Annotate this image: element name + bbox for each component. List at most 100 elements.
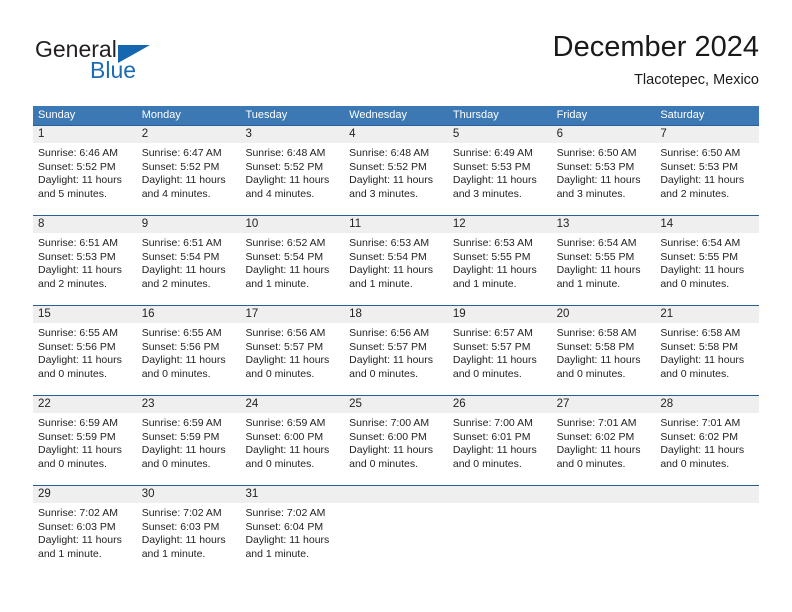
day-number[interactable]: 2 [137,126,241,143]
day-number[interactable]: 11 [344,216,448,233]
sunset-text: Sunset: 5:55 PM [660,250,738,263]
day-number[interactable]: 23 [137,396,241,413]
day-number[interactable]: 12 [448,216,552,233]
daylight-text-line1: Daylight: 11 hours [660,174,745,187]
page-header: General Blue December 2024 Tlacotepec, M… [33,28,759,100]
day-cell[interactable]: Sunrise: 7:00 AM Sunset: 6:01 PM Dayligh… [448,413,552,485]
day-cell[interactable]: Sunrise: 6:51 AM Sunset: 5:53 PM Dayligh… [33,233,137,305]
day-number[interactable]: 3 [240,126,344,143]
day-number[interactable]: 18 [344,306,448,323]
sunrise-text: Sunrise: 7:02 AM [38,507,118,519]
day-number[interactable]: 27 [552,396,656,413]
day-number[interactable]: 19 [448,306,552,323]
day-number[interactable]: 31 [240,486,344,503]
day-number[interactable]: 28 [655,396,759,413]
sunrise-text: Sunrise: 6:54 AM [556,237,637,249]
daylight-text-line1: Daylight: 11 hours [556,264,641,277]
day-cell[interactable]: Sunrise: 6:48 AM Sunset: 5:52 PM Dayligh… [240,143,344,215]
day-cell[interactable]: Sunrise: 6:53 AM Sunset: 5:55 PM Dayligh… [448,233,552,305]
day-number[interactable]: 4 [344,126,448,143]
day-number[interactable]: 20 [552,306,656,323]
sunrise-text: Sunrise: 6:51 AM [38,237,118,249]
day-number[interactable]: 25 [344,396,448,413]
sunrise-text: Sunrise: 7:01 AM [556,417,637,429]
sunset-text: Sunset: 5:56 PM [38,340,116,353]
day-cell-empty [344,503,448,575]
daylight-text-line1: Daylight: 11 hours [141,354,226,367]
daylight-text-line1: Daylight: 11 hours [245,264,330,277]
day-cell[interactable]: Sunrise: 6:50 AM Sunset: 5:53 PM Dayligh… [552,143,656,215]
sunrise-text: Sunrise: 6:51 AM [141,237,222,249]
daylight-text-line2: and 1 minute. [141,547,206,560]
day-cell[interactable]: Sunrise: 7:01 AM Sunset: 6:02 PM Dayligh… [552,413,656,485]
day-cell[interactable]: Sunrise: 6:59 AM Sunset: 5:59 PM Dayligh… [137,413,241,485]
day-number[interactable]: 7 [655,126,759,143]
calendar-grid: Sunday Monday Tuesday Wednesday Thursday… [33,106,759,575]
daylight-text-line1: Daylight: 11 hours [556,174,641,187]
day-cell[interactable]: Sunrise: 7:02 AM Sunset: 6:03 PM Dayligh… [33,503,137,575]
sunrise-text: Sunrise: 6:52 AM [245,237,326,249]
week-detail-band: Sunrise: 6:59 AM Sunset: 5:59 PM Dayligh… [33,413,759,485]
calendar-week-row: 29 30 31 Sunrise: 7:02 AM Sunset: 6:03 P… [33,485,759,575]
sunrise-text: Sunrise: 6:59 AM [141,417,222,429]
day-cell[interactable]: Sunrise: 6:55 AM Sunset: 5:56 PM Dayligh… [137,323,241,395]
day-cell[interactable]: Sunrise: 6:59 AM Sunset: 6:00 PM Dayligh… [240,413,344,485]
daylight-text-line2: and 1 minute. [245,547,310,560]
day-cell[interactable]: Sunrise: 6:51 AM Sunset: 5:54 PM Dayligh… [137,233,241,305]
day-cell[interactable]: Sunrise: 6:47 AM Sunset: 5:52 PM Dayligh… [137,143,241,215]
day-cell[interactable]: Sunrise: 6:54 AM Sunset: 5:55 PM Dayligh… [552,233,656,305]
daylight-text-line1: Daylight: 11 hours [349,174,434,187]
general-blue-logo[interactable]: General Blue [33,36,263,92]
day-cell[interactable]: Sunrise: 7:02 AM Sunset: 6:03 PM Dayligh… [137,503,241,575]
day-cell[interactable]: Sunrise: 6:48 AM Sunset: 5:52 PM Dayligh… [344,143,448,215]
day-cell[interactable]: Sunrise: 6:59 AM Sunset: 5:59 PM Dayligh… [33,413,137,485]
day-cell[interactable]: Sunrise: 6:56 AM Sunset: 5:57 PM Dayligh… [344,323,448,395]
day-cell[interactable]: Sunrise: 6:53 AM Sunset: 5:54 PM Dayligh… [344,233,448,305]
sunrise-text: Sunrise: 7:00 AM [349,417,430,429]
daylight-text-line1: Daylight: 11 hours [660,354,745,367]
daylight-text-line1: Daylight: 11 hours [556,354,641,367]
day-cell[interactable]: Sunrise: 7:01 AM Sunset: 6:02 PM Dayligh… [655,413,759,485]
sunset-text: Sunset: 6:01 PM [452,430,531,443]
sunrise-text: Sunrise: 7:02 AM [245,507,326,519]
day-number[interactable]: 5 [448,126,552,143]
sunset-text: Sunset: 5:53 PM [38,250,116,263]
day-cell[interactable]: Sunrise: 6:49 AM Sunset: 5:53 PM Dayligh… [448,143,552,215]
day-cell[interactable]: Sunrise: 6:52 AM Sunset: 5:54 PM Dayligh… [240,233,344,305]
day-number[interactable]: 24 [240,396,344,413]
day-number[interactable]: 15 [33,306,137,323]
day-cell[interactable]: Sunrise: 6:58 AM Sunset: 5:58 PM Dayligh… [552,323,656,395]
day-cell[interactable]: Sunrise: 6:55 AM Sunset: 5:56 PM Dayligh… [33,323,137,395]
day-number[interactable]: 6 [552,126,656,143]
sunset-text: Sunset: 5:56 PM [141,340,220,353]
day-number[interactable]: 1 [33,126,137,143]
sunset-text: Sunset: 5:52 PM [349,160,427,173]
daylight-text-line2: and 0 minutes. [141,367,211,380]
day-number[interactable]: 9 [137,216,241,233]
day-cell[interactable]: Sunrise: 6:46 AM Sunset: 5:52 PM Dayligh… [33,143,137,215]
daylight-text-line2: and 3 minutes. [349,187,419,200]
daylight-text-line2: and 1 minute. [556,277,621,290]
day-cell[interactable]: Sunrise: 6:50 AM Sunset: 5:53 PM Dayligh… [655,143,759,215]
day-number[interactable]: 29 [33,486,137,503]
day-cell[interactable]: Sunrise: 6:58 AM Sunset: 5:58 PM Dayligh… [655,323,759,395]
day-cell[interactable]: Sunrise: 7:00 AM Sunset: 6:00 PM Dayligh… [344,413,448,485]
daylight-text-line2: and 0 minutes. [452,457,522,470]
day-number[interactable]: 30 [137,486,241,503]
day-number[interactable]: 13 [552,216,656,233]
day-number[interactable]: 22 [33,396,137,413]
day-cell[interactable]: Sunrise: 7:02 AM Sunset: 6:04 PM Dayligh… [240,503,344,575]
day-number[interactable]: 8 [33,216,137,233]
day-number[interactable]: 21 [655,306,759,323]
day-cell[interactable]: Sunrise: 6:54 AM Sunset: 5:55 PM Dayligh… [655,233,759,305]
day-number[interactable]: 16 [137,306,241,323]
daylight-text-line2: and 3 minutes. [452,187,522,200]
day-cell[interactable]: Sunrise: 6:57 AM Sunset: 5:57 PM Dayligh… [448,323,552,395]
day-number[interactable]: 17 [240,306,344,323]
sunrise-text: Sunrise: 7:00 AM [452,417,533,429]
sunrise-text: Sunrise: 6:47 AM [141,147,222,159]
day-number[interactable]: 14 [655,216,759,233]
day-cell[interactable]: Sunrise: 6:56 AM Sunset: 5:57 PM Dayligh… [240,323,344,395]
day-number[interactable]: 10 [240,216,344,233]
day-number[interactable]: 26 [448,396,552,413]
